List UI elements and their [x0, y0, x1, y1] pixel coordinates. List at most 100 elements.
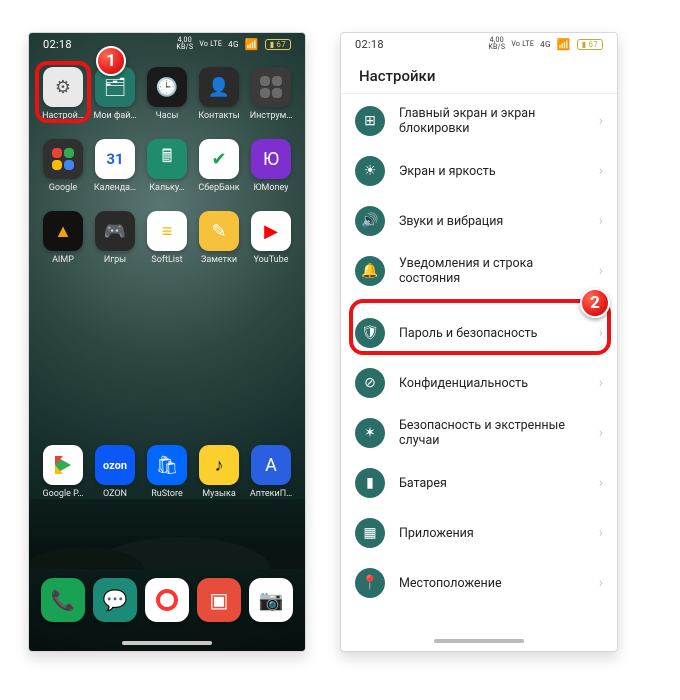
- app-sberbank[interactable]: ✔СберБанк: [193, 135, 245, 205]
- dock-phone[interactable]: 📞: [41, 578, 85, 622]
- camera-icon: 📷: [259, 588, 284, 612]
- app-contacts[interactable]: 👤Контакты: [193, 63, 245, 133]
- app-google-folder[interactable]: Google: [37, 135, 89, 205]
- brightness-icon: ☀: [355, 156, 385, 186]
- app-tools-folder[interactable]: Инструм…: [245, 63, 297, 133]
- app-settings[interactable]: ⚙Настрой…: [37, 63, 89, 133]
- softlist-icon: ≡: [147, 211, 187, 251]
- chevron-right-icon: ›: [599, 325, 603, 341]
- dock-messages[interactable]: 💬: [93, 578, 137, 622]
- app-clock[interactable]: 🕒Часы: [141, 63, 193, 133]
- status-time: 02:18: [43, 38, 72, 51]
- yandex-icon: [156, 589, 178, 611]
- app-umoney[interactable]: ЮЮMoney: [245, 135, 297, 205]
- chevron-right-icon: ›: [599, 425, 603, 441]
- phone-icon: 📞: [51, 588, 76, 612]
- clock-icon: 🕒: [147, 67, 187, 107]
- app-softlist[interactable]: ≡SoftList: [141, 207, 193, 277]
- page-title: Настройки: [341, 55, 617, 93]
- dock-gallery[interactable]: ▣: [197, 578, 241, 622]
- aimp-icon: ▲: [43, 211, 83, 251]
- calendar-icon: 31: [95, 139, 135, 179]
- person-icon: 👤: [199, 67, 239, 107]
- app-ozon[interactable]: ozonOZON: [89, 441, 141, 499]
- app-notes[interactable]: ✎Заметки: [193, 207, 245, 277]
- settings-list[interactable]: ⊞ Главный экран и экран блокировки › ☀ Э…: [341, 96, 617, 608]
- item-security[interactable]: 🛡 Пароль и безопасность ›: [341, 308, 617, 358]
- chevron-right-icon: ›: [599, 113, 603, 129]
- games-folder-icon: 🎮: [95, 211, 135, 251]
- ozon-icon: ozon: [95, 445, 135, 485]
- phone-settings-screen: 02:18 4,00KB/S Vo LTE 4G 📶 ▮67 Настройки…: [340, 32, 618, 652]
- chat-icon: 💬: [103, 588, 128, 612]
- chevron-right-icon: ›: [599, 375, 603, 391]
- gesture-bar[interactable]: [29, 637, 305, 651]
- dock-camera[interactable]: 📷: [249, 578, 293, 622]
- play-store-icon: [43, 445, 83, 485]
- app-my-files[interactable]: 🗂Мои фай…: [89, 63, 141, 133]
- gallery-icon: ▣: [210, 588, 229, 612]
- item-privacy[interactable]: ⊘ Конфиденциальность ›: [341, 358, 617, 408]
- privacy-icon: ⊘: [355, 368, 385, 398]
- chevron-right-icon: ›: [599, 575, 603, 591]
- chevron-right-icon: ›: [599, 263, 603, 279]
- chevron-right-icon: ›: [599, 163, 603, 179]
- chevron-right-icon: ›: [599, 475, 603, 491]
- app-grid: ⚙Настрой… 🗂Мои фай… 🕒Часы 👤Контакты Инст…: [29, 55, 305, 441]
- notes-icon: ✎: [199, 211, 239, 251]
- phone-home-screen: 02:18 4,00KB/S Vo LTE 4G 📶 ▮67 ⚙Настрой……: [28, 32, 306, 652]
- item-battery[interactable]: ▮ Батарея ›: [341, 458, 617, 508]
- sber-icon: ✔: [199, 139, 239, 179]
- emergency-icon: ✶: [355, 418, 385, 448]
- shield-icon: 🛡: [355, 318, 385, 348]
- chevron-right-icon: ›: [599, 525, 603, 541]
- battery-icon: ▮67: [577, 39, 603, 50]
- item-sound[interactable]: 🔊 Звуки и вибрация ›: [341, 196, 617, 246]
- status-bar: 02:18 4,00KB/S Vo LTE 4G 📶 ▮67: [29, 33, 305, 55]
- status-sim: 4G: [228, 40, 239, 49]
- wallpaper: [29, 499, 305, 569]
- status-net: 4,00KB/S: [488, 37, 505, 51]
- youtube-icon: ▶: [251, 211, 291, 251]
- item-emergency[interactable]: ✶ Безопасность и экстренные случаи ›: [341, 408, 617, 458]
- dock-yandex[interactable]: [145, 578, 189, 622]
- tools-folder-icon: [251, 67, 291, 107]
- app-calendar[interactable]: 31Календа…: [89, 135, 141, 205]
- signal-icon: 📶: [245, 38, 259, 51]
- app-calculator[interactable]: 🖩Кальку…: [141, 135, 193, 205]
- google-folder-icon: [43, 139, 83, 179]
- app-rustore[interactable]: 🛍RuStore: [141, 441, 193, 499]
- battery-icon: ▮67: [265, 39, 291, 50]
- battery-item-icon: ▮: [355, 468, 385, 498]
- divider: [341, 93, 617, 94]
- app-youtube[interactable]: ▶YouTube: [245, 207, 297, 277]
- sound-icon: 🔊: [355, 206, 385, 236]
- status-sim: 4G: [540, 40, 551, 49]
- app-apteki[interactable]: ААптекиП…: [245, 441, 297, 499]
- status-time: 02:18: [355, 38, 384, 51]
- app-aimp[interactable]: ▲AIMP: [37, 207, 89, 277]
- chevron-right-icon: ›: [599, 213, 603, 229]
- app-music[interactable]: ♪Музыка: [193, 441, 245, 499]
- item-apps[interactable]: ▦ Приложения ›: [341, 508, 617, 558]
- apps-icon: ▦: [355, 518, 385, 548]
- status-volte: Vo LTE: [511, 40, 534, 48]
- item-notifications[interactable]: 🔔 Уведомления и строка состояния ›: [341, 246, 617, 296]
- status-net: 4,00KB/S: [176, 37, 193, 51]
- rustore-icon: 🛍: [147, 445, 187, 485]
- app-games-folder[interactable]: 🎮Игры: [89, 207, 141, 277]
- location-icon: 📍: [355, 568, 385, 598]
- item-location[interactable]: 📍 Местоположение ›: [341, 558, 617, 608]
- gear-icon: ⚙: [43, 67, 83, 107]
- notification-icon: 🔔: [355, 256, 385, 286]
- app-play-store[interactable]: Google P…: [37, 441, 89, 499]
- gesture-bar[interactable]: [341, 635, 617, 649]
- apteki-icon: А: [251, 445, 291, 485]
- home-lock-icon: ⊞: [355, 106, 385, 136]
- umoney-icon: Ю: [251, 139, 291, 179]
- status-bar: 02:18 4,00KB/S Vo LTE 4G 📶 ▮67: [341, 33, 617, 55]
- item-home-lock[interactable]: ⊞ Главный экран и экран блокировки ›: [341, 96, 617, 146]
- music-icon: ♪: [199, 445, 239, 485]
- calculator-icon: 🖩: [147, 139, 187, 179]
- item-display[interactable]: ☀ Экран и яркость ›: [341, 146, 617, 196]
